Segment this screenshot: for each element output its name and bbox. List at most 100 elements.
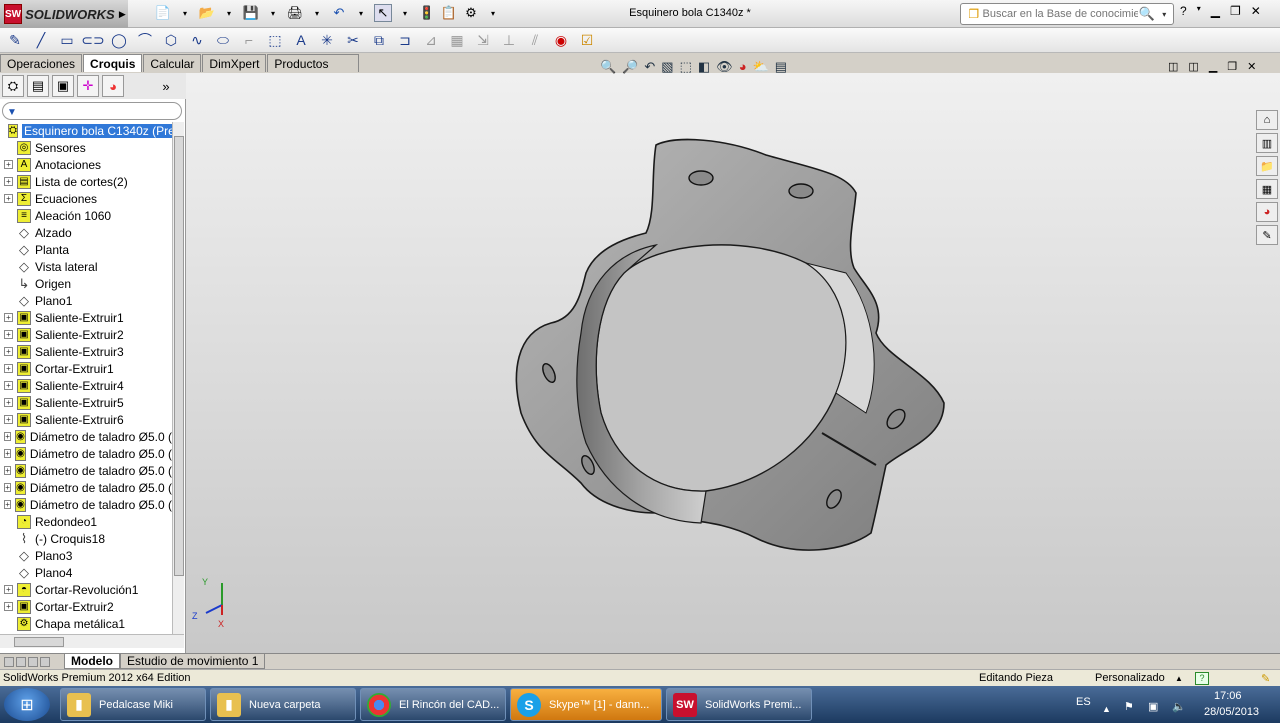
expand-toggle-icon[interactable]: +	[4, 313, 13, 322]
zoom-to-fit-icon[interactable]: 🔍	[600, 59, 616, 75]
display-manager-icon[interactable]: ◕	[102, 75, 124, 97]
tree-horizontal-scrollbar[interactable]	[0, 634, 184, 648]
instant2d-icon[interactable]: ☑	[578, 31, 596, 49]
expand-toggle-icon[interactable]: +	[4, 194, 13, 203]
tree-item[interactable]: + ◓ Cortar-Revolución1	[0, 581, 172, 598]
viewport-restore-down-icon[interactable]: ❐	[1227, 60, 1237, 73]
print-icon[interactable]: 🖨	[286, 4, 304, 22]
apply-scene-icon[interactable]: ⛅	[753, 59, 769, 75]
design-library-icon[interactable]: ▥	[1256, 133, 1278, 153]
tree-item[interactable]: + ◉ Diámetro de taladro Ø5.0 (	[0, 445, 172, 462]
custom-properties-icon[interactable]: ✎	[1256, 225, 1278, 245]
rebuild-icon[interactable]: 🚦	[418, 4, 436, 22]
part-model[interactable]: Y Z X	[186, 73, 1280, 653]
slot-icon[interactable]: ⊂⊃	[81, 31, 104, 49]
line-icon[interactable]: ╱	[32, 31, 50, 49]
last-tab-icon[interactable]	[40, 656, 50, 667]
tab-estudio-movimiento[interactable]: Estudio de movimiento 1	[120, 654, 266, 669]
taskbar-solidworks[interactable]: SW SolidWorks Premi...	[666, 688, 812, 721]
expand-toggle-icon[interactable]: +	[4, 483, 12, 492]
file-properties-icon[interactable]: 📋	[440, 4, 458, 22]
viewport-close-icon[interactable]: ✕	[1247, 60, 1256, 73]
tree-item[interactable]: + ▣ Saliente-Extruir2	[0, 326, 172, 343]
tree-item[interactable]: ◎ Sensores	[0, 139, 172, 156]
expand-toggle-icon[interactable]: +	[4, 602, 13, 611]
tree-item[interactable]: ◇ Plano4	[0, 564, 172, 581]
close-icon[interactable]: ✕	[1251, 4, 1261, 18]
tree-item[interactable]: ≡ Aleación 1060	[0, 207, 172, 224]
tab-operaciones[interactable]: Operaciones	[0, 54, 83, 72]
graphics-viewport[interactable]: Y Z X	[186, 73, 1280, 653]
taskbar-skype[interactable]: S Skype™ [1] - dann...	[510, 688, 662, 721]
volume-icon[interactable]: 🔈	[1172, 700, 1186, 713]
clock-time[interactable]: 17:06	[1214, 690, 1242, 702]
tree-item[interactable]: + ▤ Lista de cortes(2)	[0, 173, 172, 190]
tree-item[interactable]: ◇ Plano1	[0, 292, 172, 309]
first-tab-icon[interactable]	[4, 656, 14, 667]
show-hidden-icons-icon[interactable]: ▲	[1102, 704, 1111, 714]
help-status-icon[interactable]: ?	[1195, 671, 1209, 685]
viewport-tile-icon[interactable]: ◫	[1188, 60, 1198, 73]
dimxpert-manager-icon[interactable]: ✛	[77, 75, 99, 97]
appearances-icon[interactable]: ◕	[1256, 202, 1278, 222]
polygon-icon[interactable]: ⬡	[162, 31, 180, 49]
dropdown-arrow-icon[interactable]: ▾	[1197, 4, 1201, 18]
fillet-sketch-icon[interactable]: ⌐	[240, 31, 258, 49]
circle-icon[interactable]: ◯	[110, 31, 128, 49]
language-indicator[interactable]: ES	[1076, 696, 1091, 708]
linear-pattern-icon[interactable]: ▦	[448, 31, 466, 49]
knowledge-base-search[interactable]: ❐ 🔍 ▾	[960, 3, 1174, 25]
expand-toggle-icon[interactable]: +	[4, 160, 13, 169]
tab-productos-office[interactable]: Productos Office	[267, 54, 359, 85]
tree-item[interactable]: + ▣ Saliente-Extruir3	[0, 343, 172, 360]
expand-toggle-icon[interactable]: +	[4, 347, 13, 356]
zoom-to-area-icon[interactable]: 🔎	[622, 59, 638, 75]
taskbar-chrome[interactable]: El Rincón del CAD...	[360, 688, 506, 721]
tab-croquis[interactable]: Croquis	[83, 54, 143, 72]
arc-icon[interactable]: ⌒	[136, 31, 154, 49]
expand-toggle-icon[interactable]: +	[4, 330, 13, 339]
open-folder-icon[interactable]: 📂	[198, 4, 216, 22]
configuration-manager-icon[interactable]: ▣	[52, 75, 74, 97]
spline-icon[interactable]: ∿	[188, 31, 206, 49]
expand-toggle-icon[interactable]: +	[4, 585, 13, 594]
feature-manager-icon[interactable]: ⛭	[2, 75, 24, 97]
display-style-icon[interactable]: ◧	[698, 59, 710, 75]
expand-toggle-icon[interactable]: +	[4, 500, 12, 509]
tab-dimxpert[interactable]: DimXpert	[202, 54, 267, 72]
rapid-sketch-icon[interactable]: ◉	[552, 31, 570, 49]
offset-entities-icon[interactable]: ⊐	[396, 31, 414, 49]
save-icon[interactable]: 💾	[242, 4, 260, 22]
flyout-arrow-icon[interactable]: ▶	[117, 5, 128, 23]
tree-item[interactable]: + ▣ Cortar-Extruir1	[0, 360, 172, 377]
expand-toggle-icon[interactable]: +	[4, 449, 12, 458]
select-pointer-icon[interactable]: ↖	[374, 4, 392, 22]
previous-view-icon[interactable]: ↶	[644, 59, 655, 75]
tree-item[interactable]: ⌇ (-) Croquis18	[0, 530, 172, 547]
tree-item[interactable]: + A Anotaciones	[0, 156, 172, 173]
search-input[interactable]	[982, 8, 1139, 20]
status-units[interactable]: Personalizado	[1095, 672, 1175, 684]
expand-toggle-icon[interactable]: +	[4, 398, 13, 407]
search-icon[interactable]: 🔍	[1138, 5, 1156, 23]
tree-item[interactable]: ⛭ Esquinero bola C1340z (Predeterminado)	[0, 122, 172, 139]
help-icon[interactable]: ?	[1180, 4, 1187, 18]
tree-vertical-scrollbar[interactable]	[172, 122, 184, 634]
tree-item[interactable]: + ◉ Diámetro de taladro Ø5.0 (	[0, 479, 172, 496]
point-icon[interactable]: ✳	[318, 31, 336, 49]
file-explorer-icon[interactable]: 📁	[1256, 156, 1278, 176]
tree-item[interactable]: ↳ Origen	[0, 275, 172, 292]
mirror-icon[interactable]: ⊿	[422, 31, 440, 49]
dropdown-arrow-icon[interactable]: ▾	[352, 4, 370, 22]
expand-toggle-icon[interactable]: +	[4, 415, 13, 424]
new-document-icon[interactable]: 📄	[154, 4, 172, 22]
tree-item[interactable]: + ▣ Saliente-Extruir1	[0, 309, 172, 326]
section-view-icon[interactable]: ▧	[661, 59, 673, 75]
tree-item[interactable]: + ◉ Diámetro de taladro Ø5.0 (	[0, 496, 172, 513]
solidworks-logo[interactable]: SW SOLIDWORKS ▶	[0, 0, 128, 28]
edit-appearance-icon[interactable]: ◕	[739, 59, 747, 75]
tree-item[interactable]: ◔ Redondeo1	[0, 513, 172, 530]
prev-tab-icon[interactable]	[16, 656, 26, 667]
dropdown-arrow-icon[interactable]: ▾	[308, 4, 326, 22]
view-palette-icon[interactable]: ▦	[1256, 179, 1278, 199]
